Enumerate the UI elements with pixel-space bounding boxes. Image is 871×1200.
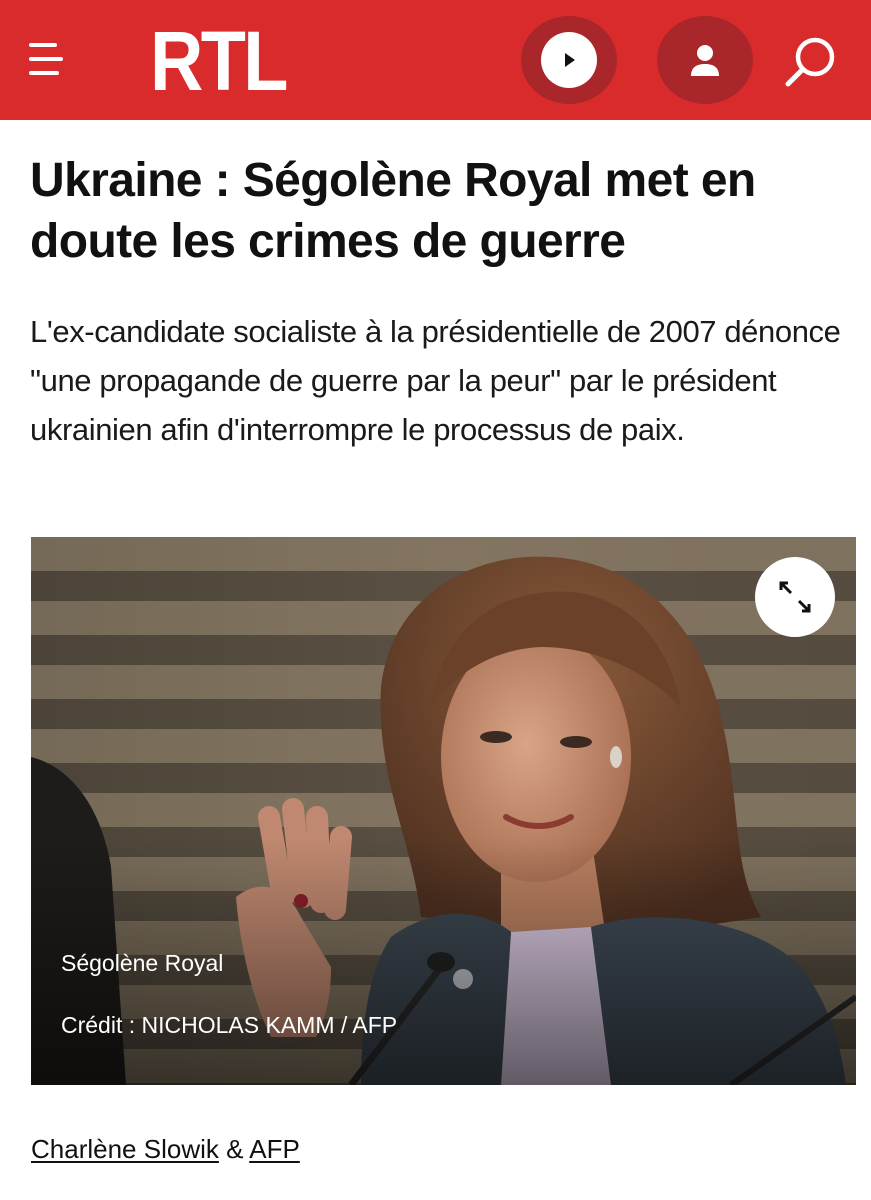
article-lead: L'ex-candidate socialiste à la président… [30, 314, 841, 447]
account-button[interactable] [657, 16, 753, 104]
article-byline: Charlène Slowik & AFP [31, 1133, 300, 1165]
search-button[interactable] [780, 34, 842, 90]
user-icon [691, 45, 719, 76]
search-icon [785, 37, 835, 87]
photo-caption: Ségolène Royal [61, 950, 224, 976]
site-header: RTL [0, 0, 871, 120]
photo-image [31, 537, 856, 1085]
photo-credit: Crédit : NICHOLAS KAMM / AFP [61, 1012, 398, 1038]
expand-photo-button[interactable] [755, 557, 835, 637]
play-live-button[interactable] [521, 16, 617, 104]
play-icon [565, 53, 575, 67]
article-photo: Ségolène Royal Crédit : NICHOLAS KAMM / … [31, 537, 856, 1085]
expand-icon [779, 581, 811, 613]
menu-button[interactable] [27, 43, 67, 77]
byline-separator: & [218, 1134, 250, 1164]
agency-link[interactable]: AFP [249, 1134, 300, 1164]
article-headline: Ukraine : Ségolène Royal met en doute le… [30, 154, 756, 268]
author-link[interactable]: Charlène Slowik [31, 1134, 219, 1164]
rtl-logo[interactable]: RTL [150, 16, 288, 106]
